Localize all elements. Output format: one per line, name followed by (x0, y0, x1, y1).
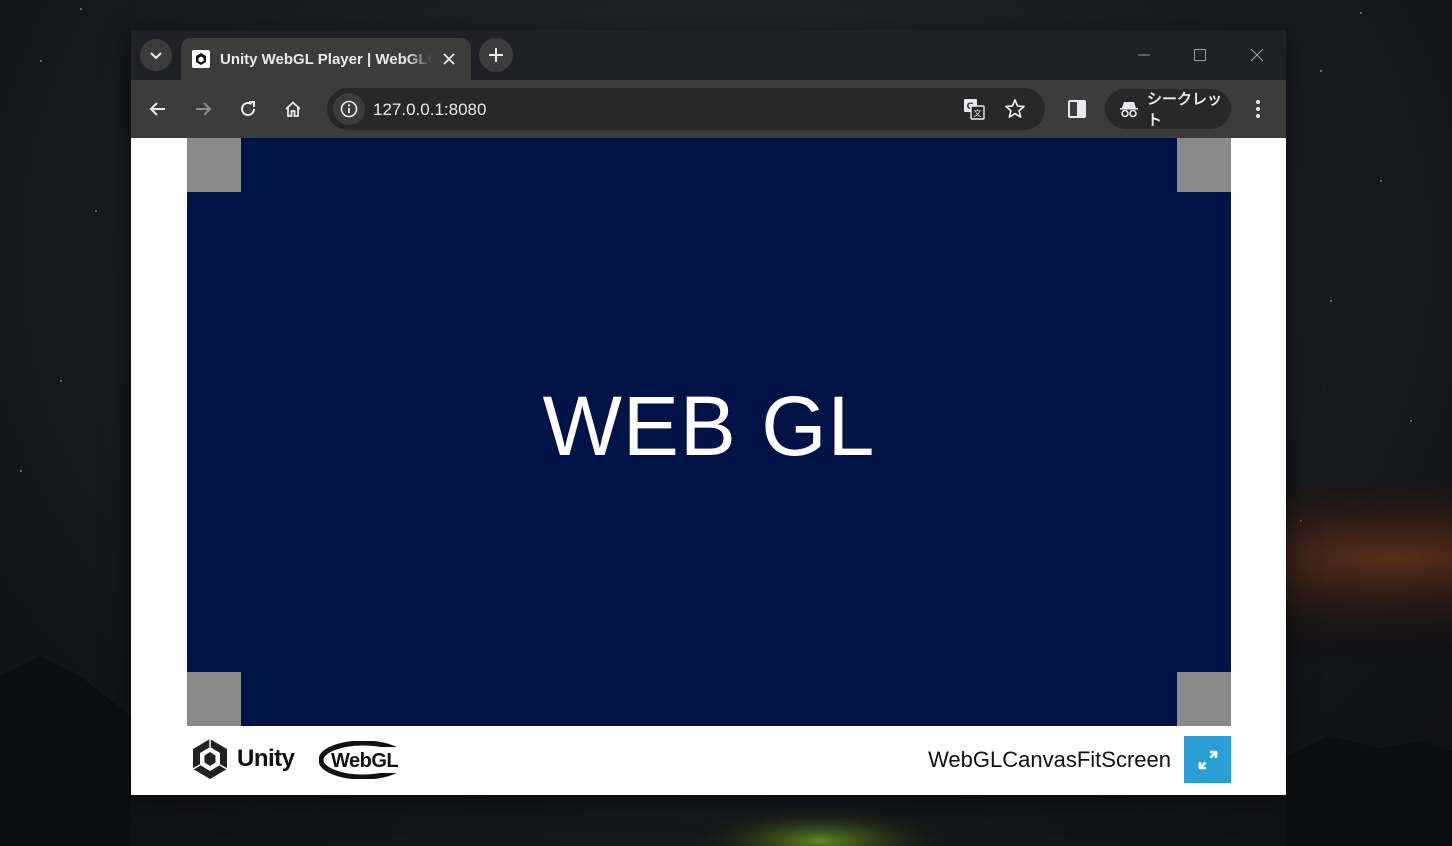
maximize-button[interactable] (1180, 40, 1220, 70)
back-button[interactable] (142, 93, 174, 125)
kebab-menu-icon (1256, 100, 1260, 118)
plus-icon (489, 48, 503, 62)
url-text[interactable]: 127.0.0.1:8080 (373, 100, 486, 120)
corner-marker-top-right (1177, 138, 1231, 192)
home-icon (285, 101, 301, 117)
game-title: WebGLCanvasFitScreen (928, 747, 1171, 772)
tab-search-button[interactable] (140, 39, 172, 71)
corner-marker-bottom-left (187, 672, 241, 726)
active-tab[interactable]: Unity WebGL Player | WebGLCanvasFitScree… (181, 38, 471, 80)
side-panel-button[interactable] (1061, 93, 1093, 125)
forward-icon (196, 102, 212, 116)
translate-icon[interactable]: G文 (961, 96, 987, 122)
unity-logo-text: Unity (237, 745, 295, 772)
incognito-icon (1119, 100, 1139, 118)
webgl-logo-text: WebGL (331, 750, 398, 772)
new-tab-button[interactable] (479, 38, 513, 72)
side-panel-icon (1068, 100, 1086, 118)
unity-canvas[interactable]: WEB GL (187, 138, 1231, 726)
svg-text:文: 文 (974, 108, 982, 118)
forward-button[interactable] (187, 93, 219, 125)
close-icon[interactable] (440, 50, 458, 68)
canvas-heading: WEB GL (542, 378, 876, 473)
webgl-logo: WebGL (319, 741, 413, 779)
unity-logo: Unity (191, 738, 295, 780)
close-icon (1250, 48, 1264, 62)
unity-cube-icon (192, 739, 228, 779)
maximize-icon (1194, 49, 1206, 61)
info-icon (340, 100, 358, 118)
reload-button[interactable] (232, 93, 264, 125)
menu-button[interactable] (1242, 93, 1274, 125)
page-viewport: WEB GL Unity WebGL WebGLCanvasFitScreen (131, 138, 1286, 795)
tab-strip: Unity WebGL Player | WebGLCanvasFitScree… (131, 30, 1286, 80)
unity-footer: Unity WebGL WebGLCanvasFitScreen (187, 734, 1231, 786)
tab-search-icon (150, 52, 162, 60)
browser-toolbar: 127.0.0.1:8080 G文 シークレット (131, 80, 1286, 138)
incognito-indicator[interactable]: シークレット (1105, 89, 1231, 129)
fullscreen-button[interactable] (1184, 736, 1231, 783)
star-icon[interactable] (1002, 96, 1028, 122)
back-icon (149, 102, 165, 116)
incognito-label: シークレット (1147, 91, 1223, 129)
corner-marker-top-left (187, 138, 241, 192)
home-button[interactable] (277, 93, 309, 125)
address-bar[interactable]: 127.0.0.1:8080 G文 (327, 88, 1045, 130)
fullscreen-icon (1198, 750, 1217, 769)
browser-window: Unity WebGL Player | WebGLCanvasFitScree… (131, 30, 1286, 795)
minimize-icon (1138, 54, 1150, 56)
unity-favicon-icon (192, 50, 210, 68)
minimize-button[interactable] (1124, 40, 1164, 70)
corner-marker-bottom-right (1177, 672, 1231, 726)
reload-icon (241, 101, 255, 116)
tab-title: Unity WebGL Player | WebGLCanvasFitScree… (220, 50, 432, 68)
site-info-button[interactable] (333, 93, 365, 125)
window-close-button[interactable] (1237, 40, 1277, 70)
